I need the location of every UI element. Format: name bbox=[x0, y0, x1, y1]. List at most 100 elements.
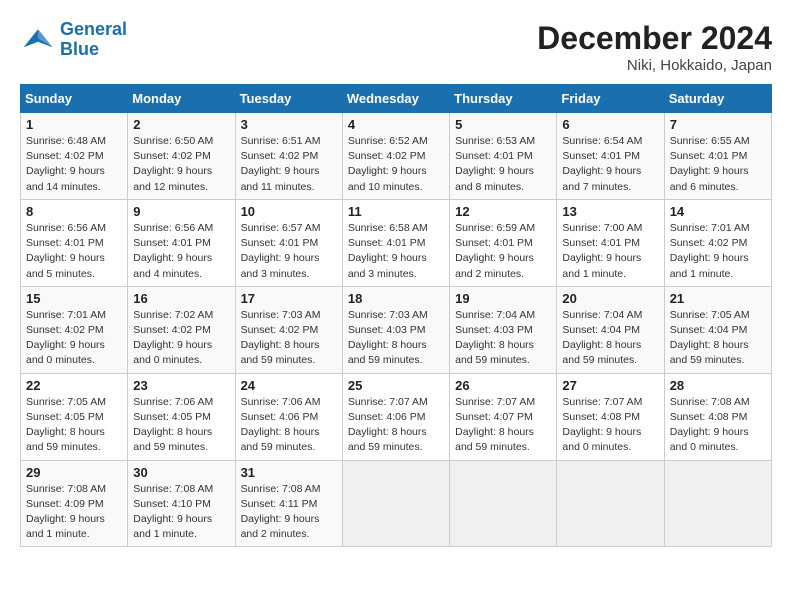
calendar-cell: 15 Sunrise: 7:01 AMSunset: 4:02 PMDayligh… bbox=[21, 286, 128, 373]
calendar-cell: 19 Sunrise: 7:04 AMSunset: 4:03 PMDayligh… bbox=[450, 286, 557, 373]
day-number: 8 bbox=[26, 204, 122, 219]
day-detail: Sunrise: 6:52 AMSunset: 4:02 PMDaylight:… bbox=[348, 134, 444, 195]
day-number: 23 bbox=[133, 378, 229, 393]
day-number: 19 bbox=[455, 291, 551, 306]
calendar-cell: 11Sunrise: 6:58 AMSunset: 4:01 PMDayligh… bbox=[342, 199, 449, 286]
calendar-cell: 9 Sunrise: 6:56 AMSunset: 4:01 PMDaylight… bbox=[128, 199, 235, 286]
day-number: 2 bbox=[133, 117, 229, 132]
calendar-cell: 30 Sunrise: 7:08 AMSunset: 4:10 PMDayligh… bbox=[128, 460, 235, 547]
day-detail: Sunrise: 7:06 AMSunset: 4:06 PMDaylight:… bbox=[241, 395, 337, 456]
day-detail: Sunrise: 7:00 AMSunset: 4:01 PMDaylight:… bbox=[562, 221, 658, 282]
calendar-cell: 1 Sunrise: 6:48 AMSunset: 4:02 PMDaylight… bbox=[21, 113, 128, 200]
header-friday: Friday bbox=[557, 85, 664, 113]
day-number: 7 bbox=[670, 117, 766, 132]
day-number: 17 bbox=[241, 291, 337, 306]
logo-line2: Blue bbox=[60, 39, 99, 59]
logo-icon bbox=[20, 22, 56, 58]
day-number: 30 bbox=[133, 465, 229, 480]
calendar-cell: 8 Sunrise: 6:56 AMSunset: 4:01 PMDaylight… bbox=[21, 199, 128, 286]
calendar-cell: 22 Sunrise: 7:05 AMSunset: 4:05 PMDayligh… bbox=[21, 373, 128, 460]
day-number: 9 bbox=[133, 204, 229, 219]
calendar-cell: 6 Sunrise: 6:54 AMSunset: 4:01 PMDaylight… bbox=[557, 113, 664, 200]
calendar-cell: 29 Sunrise: 7:08 AMSunset: 4:09 PMDayligh… bbox=[21, 460, 128, 547]
day-detail: Sunrise: 7:08 AMSunset: 4:09 PMDaylight:… bbox=[26, 482, 122, 543]
day-number: 5 bbox=[455, 117, 551, 132]
day-number: 4 bbox=[348, 117, 444, 132]
day-detail: Sunrise: 6:59 AMSunset: 4:01 PMDaylight:… bbox=[455, 221, 551, 282]
day-detail: Sunrise: 6:53 AMSunset: 4:01 PMDaylight:… bbox=[455, 134, 551, 195]
day-number: 22 bbox=[26, 378, 122, 393]
day-number: 6 bbox=[562, 117, 658, 132]
title-block: December 2024 Niki, Hokkaido, Japan bbox=[537, 20, 772, 74]
calendar-cell bbox=[557, 460, 664, 547]
calendar-cell: 28Sunrise: 7:08 AMSunset: 4:08 PMDayligh… bbox=[664, 373, 771, 460]
header-wednesday: Wednesday bbox=[342, 85, 449, 113]
day-detail: Sunrise: 7:02 AMSunset: 4:02 PMDaylight:… bbox=[133, 308, 229, 369]
day-detail: Sunrise: 6:57 AMSunset: 4:01 PMDaylight:… bbox=[241, 221, 337, 282]
calendar-cell: 31 Sunrise: 7:08 AMSunset: 4:11 PMDayligh… bbox=[235, 460, 342, 547]
calendar-week-2: 8 Sunrise: 6:56 AMSunset: 4:01 PMDaylight… bbox=[21, 199, 772, 286]
header-monday: Monday bbox=[128, 85, 235, 113]
day-detail: Sunrise: 7:04 AMSunset: 4:03 PMDaylight:… bbox=[455, 308, 551, 369]
day-detail: Sunrise: 7:01 AMSunset: 4:02 PMDaylight:… bbox=[26, 308, 122, 369]
day-number: 29 bbox=[26, 465, 122, 480]
calendar-cell bbox=[664, 460, 771, 547]
day-number: 21 bbox=[670, 291, 766, 306]
calendar-week-1: 1 Sunrise: 6:48 AMSunset: 4:02 PMDaylight… bbox=[21, 113, 772, 200]
day-detail: Sunrise: 7:06 AMSunset: 4:05 PMDaylight:… bbox=[133, 395, 229, 456]
header-saturday: Saturday bbox=[664, 85, 771, 113]
calendar-cell: 14Sunrise: 7:01 AMSunset: 4:02 PMDayligh… bbox=[664, 199, 771, 286]
day-detail: Sunrise: 6:54 AMSunset: 4:01 PMDaylight:… bbox=[562, 134, 658, 195]
day-detail: Sunrise: 6:50 AMSunset: 4:02 PMDaylight:… bbox=[133, 134, 229, 195]
calendar-cell: 3 Sunrise: 6:51 AMSunset: 4:02 PMDaylight… bbox=[235, 113, 342, 200]
day-detail: Sunrise: 6:48 AMSunset: 4:02 PMDaylight:… bbox=[26, 134, 122, 195]
day-number: 10 bbox=[241, 204, 337, 219]
logo-text: General Blue bbox=[60, 20, 127, 60]
header-tuesday: Tuesday bbox=[235, 85, 342, 113]
day-number: 31 bbox=[241, 465, 337, 480]
calendar-cell: 21 Sunrise: 7:05 AMSunset: 4:04 PMDayligh… bbox=[664, 286, 771, 373]
calendar-cell: 5 Sunrise: 6:53 AMSunset: 4:01 PMDaylight… bbox=[450, 113, 557, 200]
day-number: 3 bbox=[241, 117, 337, 132]
calendar-week-4: 22 Sunrise: 7:05 AMSunset: 4:05 PMDayligh… bbox=[21, 373, 772, 460]
day-number: 24 bbox=[241, 378, 337, 393]
calendar-cell: 26Sunrise: 7:07 AMSunset: 4:07 PMDayligh… bbox=[450, 373, 557, 460]
calendar-title: December 2024 bbox=[537, 20, 772, 57]
calendar-header-row: SundayMondayTuesdayWednesdayThursdayFrid… bbox=[21, 85, 772, 113]
day-detail: Sunrise: 7:08 AMSunset: 4:08 PMDaylight:… bbox=[670, 395, 766, 456]
calendar-cell: 13 Sunrise: 7:00 AMSunset: 4:01 PMDayligh… bbox=[557, 199, 664, 286]
day-number: 25 bbox=[348, 378, 444, 393]
calendar-cell: 7Sunrise: 6:55 AMSunset: 4:01 PMDaylight… bbox=[664, 113, 771, 200]
day-number: 14 bbox=[670, 204, 766, 219]
header-sunday: Sunday bbox=[21, 85, 128, 113]
header-thursday: Thursday bbox=[450, 85, 557, 113]
day-detail: Sunrise: 7:05 AMSunset: 4:04 PMDaylight:… bbox=[670, 308, 766, 369]
calendar-week-5: 29 Sunrise: 7:08 AMSunset: 4:09 PMDayligh… bbox=[21, 460, 772, 547]
day-detail: Sunrise: 7:04 AMSunset: 4:04 PMDaylight:… bbox=[562, 308, 658, 369]
page-header: General Blue December 2024 Niki, Hokkaid… bbox=[20, 20, 772, 74]
calendar-cell: 23 Sunrise: 7:06 AMSunset: 4:05 PMDayligh… bbox=[128, 373, 235, 460]
calendar-cell: 10 Sunrise: 6:57 AMSunset: 4:01 PMDayligh… bbox=[235, 199, 342, 286]
day-number: 1 bbox=[26, 117, 122, 132]
day-detail: Sunrise: 6:51 AMSunset: 4:02 PMDaylight:… bbox=[241, 134, 337, 195]
day-detail: Sunrise: 7:05 AMSunset: 4:05 PMDaylight:… bbox=[26, 395, 122, 456]
calendar-cell: 25 Sunrise: 7:07 AMSunset: 4:06 PMDayligh… bbox=[342, 373, 449, 460]
day-number: 16 bbox=[133, 291, 229, 306]
day-detail: Sunrise: 6:56 AMSunset: 4:01 PMDaylight:… bbox=[26, 221, 122, 282]
day-number: 13 bbox=[562, 204, 658, 219]
calendar-subtitle: Niki, Hokkaido, Japan bbox=[537, 57, 772, 74]
day-detail: Sunrise: 7:08 AMSunset: 4:11 PMDaylight:… bbox=[241, 482, 337, 543]
logo: General Blue bbox=[20, 20, 127, 60]
day-number: 18 bbox=[348, 291, 444, 306]
day-detail: Sunrise: 7:08 AMSunset: 4:10 PMDaylight:… bbox=[133, 482, 229, 543]
calendar-week-3: 15 Sunrise: 7:01 AMSunset: 4:02 PMDayligh… bbox=[21, 286, 772, 373]
day-detail: Sunrise: 6:56 AMSunset: 4:01 PMDaylight:… bbox=[133, 221, 229, 282]
day-detail: Sunrise: 7:07 AMSunset: 4:06 PMDaylight:… bbox=[348, 395, 444, 456]
calendar-cell: 4 Sunrise: 6:52 AMSunset: 4:02 PMDaylight… bbox=[342, 113, 449, 200]
day-detail: Sunrise: 6:58 AMSunset: 4:01 PMDaylight:… bbox=[348, 221, 444, 282]
day-number: 15 bbox=[26, 291, 122, 306]
calendar-cell: 18 Sunrise: 7:03 AMSunset: 4:03 PMDayligh… bbox=[342, 286, 449, 373]
day-detail: Sunrise: 7:03 AMSunset: 4:03 PMDaylight:… bbox=[348, 308, 444, 369]
day-detail: Sunrise: 7:03 AMSunset: 4:02 PMDaylight:… bbox=[241, 308, 337, 369]
calendar-cell: 16 Sunrise: 7:02 AMSunset: 4:02 PMDayligh… bbox=[128, 286, 235, 373]
